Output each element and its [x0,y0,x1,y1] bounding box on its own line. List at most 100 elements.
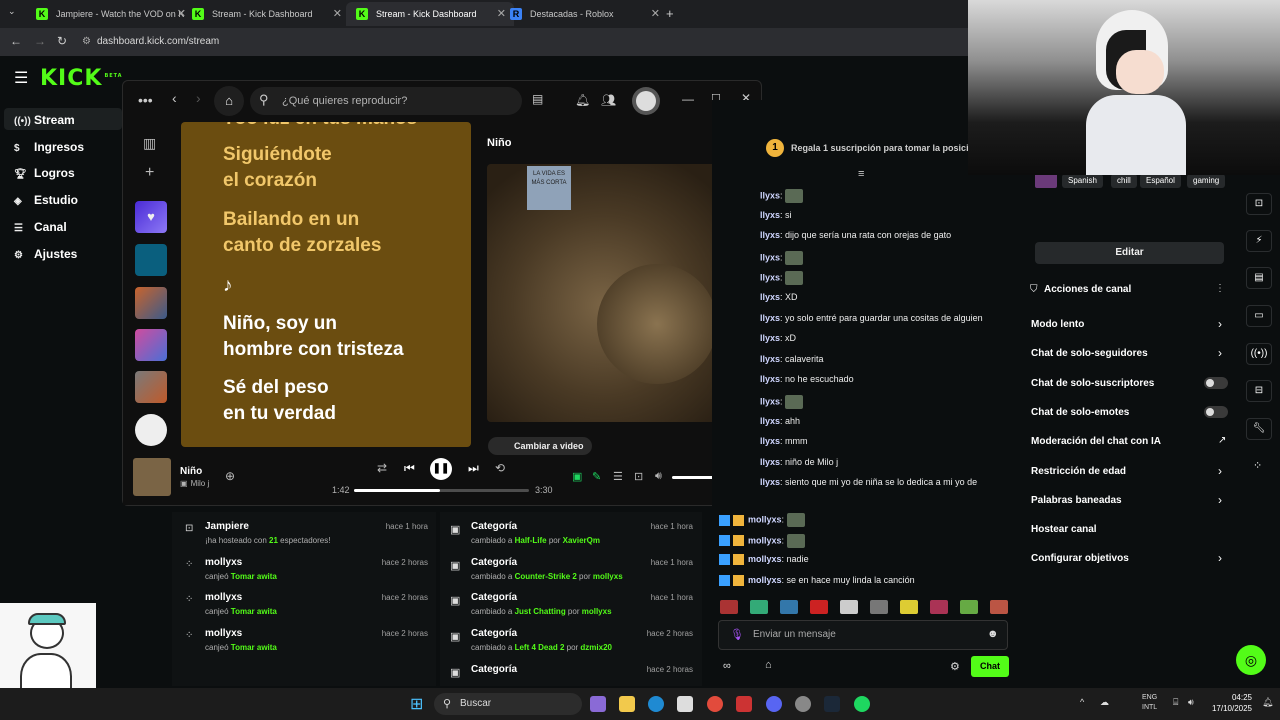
channel-action-palabras-baneadas[interactable]: Palabras baneadas [1031,495,1122,506]
chat-username[interactable]: llyxs [760,252,780,262]
queue-icon[interactable]: ☰ [613,470,623,483]
channel-action-hostear-canal[interactable]: Hostear canal [1031,524,1097,535]
store-icon[interactable]: ⌂ [765,659,772,671]
friends-icon[interactable]: 👥︎ [601,93,616,107]
stream-tag[interactable]: Spanish [1062,174,1103,188]
chat-username[interactable]: llyxs [760,477,780,487]
track-artist[interactable]: ▣ Milo j [180,479,209,488]
chat-username[interactable]: llyxs [760,436,780,446]
channel-action-chat-de-solo-suscriptores[interactable]: Chat de solo-suscriptores [1031,378,1154,389]
wrench-icon[interactable]: 🔧︎ [1246,418,1272,440]
chrome-icon[interactable] [707,696,723,712]
chat-username[interactable]: llyxs [760,457,780,467]
chat-message[interactable]: llyxs: calaverita [760,354,824,364]
channel-action-modo-lento[interactable]: Modo lento [1031,319,1084,330]
forward-icon[interactable]: › [196,90,201,106]
emote[interactable] [960,600,978,614]
sidebar-item-logros[interactable]: 🏆︎ Logros [14,166,75,180]
bell-icon[interactable]: 🔔︎ [575,93,590,107]
lightning-icon[interactable]: ⚡︎ [1246,230,1272,252]
chat-message[interactable]: llyxs: XD [760,292,798,302]
playlist-tile[interactable] [135,371,167,403]
browser-tab[interactable]: K Stream - Kick Dashboard ✕ [182,2,350,26]
close-tab-icon[interactable]: ✕ [651,2,660,26]
menu-icon[interactable]: ☰ [14,68,28,88]
points-icon[interactable]: ∞ [723,660,731,672]
chat-message[interactable]: mollyxs: [719,513,805,527]
chevron-right-icon[interactable]: › [1218,551,1222,565]
chat-username[interactable]: llyxs [760,273,780,283]
edge-icon[interactable] [648,696,664,712]
sidebar-item-stream[interactable]: ((•)) Stream [14,113,75,127]
chat-username[interactable]: llyxs [760,396,780,406]
notifications-icon[interactable]: 🔔︎ [1262,697,1273,708]
repeat-icon[interactable]: ⟲ [495,461,505,475]
activity-row[interactable]: ⁘ mollyxs hace 2 horas canjeó Tomar awita [185,626,428,658]
emote[interactable] [990,600,1008,614]
emote[interactable] [750,600,768,614]
tab-list-icon[interactable]: ⌄ [8,6,16,17]
library-icon[interactable]: ▥ [143,135,156,152]
emote[interactable] [870,600,888,614]
chat-message[interactable]: llyxs: [760,271,804,286]
volume-icon[interactable]: 🔊︎ [1188,697,1194,708]
toggle-switch[interactable] [1204,405,1228,418]
chat-username[interactable]: llyxs [760,416,780,426]
more-icon[interactable]: ••• [138,92,153,108]
chat-message[interactable]: llyxs: no he escuchado [760,374,854,384]
taskbar-search[interactable]: Buscar [434,693,582,715]
playlist-tile[interactable] [135,244,167,276]
chat-message[interactable]: llyxs: yo solo entré para guardar una co… [760,313,983,323]
chat-username[interactable]: llyxs [760,292,780,302]
chat-message[interactable]: llyxs: [760,250,804,265]
kebab-menu-icon[interactable]: ⋮ [1215,283,1225,294]
gift-banner[interactable]: Regala 1 suscripción para tomar la posic… [791,143,987,153]
chevron-right-icon[interactable]: › [1218,493,1222,507]
pause-button[interactable]: ❚❚ [430,458,452,480]
language-indicator[interactable]: ENG INTL [1142,693,1157,713]
create-icon[interactable]: + [145,164,154,182]
activity-row[interactable]: ⁘ mollyxs hace 2 horas canjeó Tomar awita [185,590,428,622]
stream-tag[interactable]: Español [1140,174,1181,188]
emote[interactable] [780,600,798,614]
valorant-icon[interactable] [736,696,752,712]
activity-row[interactable]: ⊡ Jampiere hace 1 hora ¡ha hosteado con 21 … [185,519,428,551]
sidebar-item-ingresos[interactable]: $ Ingresos [14,140,84,154]
chat-username[interactable]: llyxs [760,333,780,343]
chat-message[interactable]: llyxs: si [760,210,792,220]
connect-device-icon[interactable]: ⊡ [634,470,643,483]
stream-tag[interactable]: gaming [1187,174,1226,188]
new-tab-icon[interactable]: + [666,6,674,21]
emote[interactable] [900,600,918,614]
store-icon[interactable] [677,696,693,712]
notes-icon[interactable]: ▤ [1246,267,1272,289]
lyrics-icon[interactable]: ✎ [592,470,601,483]
external-link-icon[interactable]: ↗ [1218,435,1226,446]
lyric-line[interactable]: Tóó luz en tus manos [223,122,417,132]
previous-icon[interactable]: ⏮ [404,461,415,476]
chat-send-button[interactable]: Chat [971,656,1009,677]
chat-username[interactable]: llyxs [760,230,780,240]
activity-row[interactable]: ▣ Categoría hace 1 hora cambiado a Just Cha… [450,590,693,622]
chat-message[interactable]: llyxs: dijo que sería una rata con oreja… [760,230,951,240]
chat-message[interactable]: llyxs: siento que mi yo de niña se lo de… [760,477,977,487]
copilot-icon[interactable] [590,696,606,712]
chevron-right-icon[interactable]: › [1218,464,1222,478]
chat-message[interactable]: llyxs: [760,395,804,409]
volume-slider[interactable] [672,476,714,479]
steam-icon[interactable] [824,696,840,712]
chat-message[interactable]: llyxs: mmm [760,436,808,446]
clip-icon[interactable]: ⊡ [1246,193,1272,215]
filter-icon[interactable]: ≡ [858,168,864,180]
chat-username[interactable]: llyxs [760,354,780,364]
close-tab-icon[interactable]: ✕ [333,2,342,26]
url-field[interactable]: ⚙ dashboard.kick.com/stream [82,33,962,51]
channel-action-moderaci-n-del-chat-con-ia[interactable]: Moderación del chat con IA [1031,436,1161,447]
shuffle-icon[interactable]: ⇄ [377,461,387,475]
activity-row[interactable]: ⁘ mollyxs hace 2 horas canjeó Tomar awita [185,555,428,587]
chat-username[interactable]: llyxs [760,374,780,384]
activity-row[interactable]: ▣ Categoría hace 1 hora cambiado a Counter-… [450,555,693,587]
tray-overflow-icon[interactable]: ^ [1080,697,1084,707]
chat-username[interactable]: mollyxs [748,554,782,564]
volume-icon[interactable]: 🔊︎ [655,470,662,483]
